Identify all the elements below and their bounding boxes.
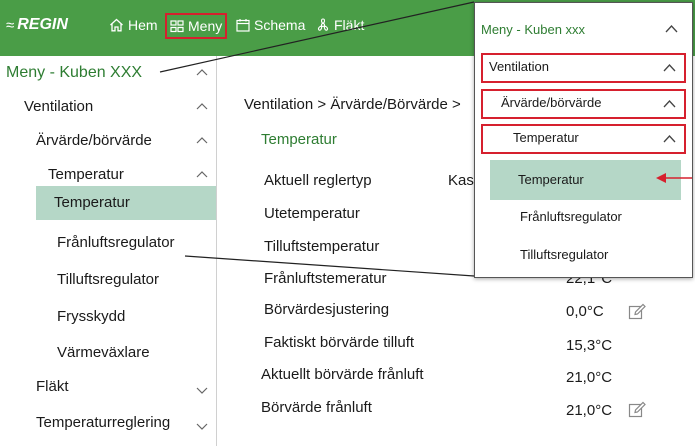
zoom-overlay-panel: Meny - Kuben xxx Ventilation Ärvärde/bör… [474,2,693,278]
chevron-up-icon [196,69,208,76]
chevron-up-icon [196,103,208,110]
chevron-up-icon [196,137,208,144]
param-value: 0,0°C [566,303,604,320]
sidebar-item-varmevaxlare[interactable]: Värmeväxlare [0,336,216,370]
logo: ≈ REGIN [6,16,68,34]
sidebar-item-label: Temperaturreglering [36,414,171,431]
param-label: Börvärde frånluft [261,399,372,416]
calendar-icon [236,19,250,32]
param-value: 21,0°C [566,369,613,386]
sidebar-item-temperatur-selected[interactable]: Temperatur [36,186,216,220]
param-label: Aktuellt börvärde frånluft [261,366,424,383]
chevron-up-icon [196,171,208,178]
param-label: Faktiskt börvärde tilluft [264,334,415,351]
overlay-level-label: Ventilation [489,59,549,74]
nav-fan-label: Fläkt [334,17,365,33]
chevron-down-icon [196,387,208,394]
sidebar-item-arvarde[interactable]: Ärvärde/börvärde [0,124,216,158]
edit-icon[interactable] [628,401,646,419]
sidebar-title-row[interactable]: Meny - Kuben XXX [0,56,216,90]
overlay-selected-item[interactable]: Temperatur [490,160,681,200]
chevron-up-icon [663,64,676,72]
logo-text: REGIN [17,16,68,33]
overlay-header[interactable]: Meny - Kuben xxx [475,3,692,57]
sidebar-item-tilluftsregulator[interactable]: Tilluftsregulator [0,263,216,297]
sidebar-item-label: Frånluftsregulator [57,234,175,251]
nav-menu[interactable]: Meny [165,13,228,39]
overlay-level-label: Temperatur [513,130,579,145]
breadcrumb[interactable]: Ventilation > Ärvärde/Börvärde > [244,96,461,113]
sidebar-item-label: Frysskydd [57,308,126,325]
overlay-selected-label: Temperatur [518,172,584,187]
sidebar-item-label: Tilluftsregulator [57,271,159,288]
sidebar-item-label: Temperatur [48,166,124,183]
param-label: Aktuell reglertyp [264,172,372,189]
overlay-level-arvarde[interactable]: Ärvärde/börvärde [481,89,686,119]
overlay-level-temperatur[interactable]: Temperatur [481,124,686,154]
fan-icon [317,18,329,31]
nav-schedule[interactable]: Schema [236,17,305,33]
chevron-up-icon [663,135,676,143]
sidebar-item-flakt[interactable]: Fläkt [0,370,216,404]
sidebar-item-label: Ventilation [24,98,94,115]
section-title: Temperatur [261,131,337,148]
overlay-item-franluftsregulator[interactable]: Frånluftsregulator [520,209,622,224]
chevron-up-icon [663,100,676,108]
param-value: 15,3°C [566,337,613,354]
menu-grid-icon [170,19,184,32]
edit-icon[interactable] [628,303,646,321]
param-label: Tilluftstemperatur [264,238,380,255]
overlay-level-label: Ärvärde/börvärde [501,95,602,110]
sidebar-item-frysskydd[interactable]: Frysskydd [0,300,216,334]
overlay-level-ventilation[interactable]: Ventilation [481,53,686,83]
nav-home[interactable]: Hem [109,17,158,33]
chevron-down-icon [196,423,208,430]
sidebar-item-label: Fläkt [36,378,69,395]
overlay-item-tilluftsregulator[interactable]: Tilluftsregulator [520,247,608,262]
waves-icon: ≈ [6,16,15,34]
home-icon [110,18,123,32]
nav-home-label: Hem [128,17,158,33]
sidebar-item-ventilation[interactable]: Ventilation [0,90,216,124]
sidebar-title: Meny - Kuben XXX [6,64,143,81]
sidebar-item-label: Ärvärde/börvärde [36,132,152,149]
param-label: Frånluftstemeratur [264,270,387,287]
nav-fan[interactable]: Fläkt [316,17,364,33]
sidebar-item-label: Temperatur [54,194,130,211]
sidebar: Meny - Kuben XXX Ventilation Ärvärde/bör… [0,56,217,446]
sidebar-item-temperaturreglering[interactable]: Temperaturreglering [0,406,216,440]
param-value: Kas [448,172,474,189]
nav-menu-label: Meny [188,18,223,34]
chevron-up-icon [665,25,678,33]
param-value: 21,0°C [566,402,613,419]
param-label: Börvärdesjustering [264,301,390,318]
sidebar-item-franluftsregulator[interactable]: Frånluftsregulator [0,226,216,260]
nav-schedule-label: Schema [254,17,306,33]
overlay-title: Meny - Kuben xxx [481,22,586,37]
sidebar-item-label: Värmeväxlare [57,344,150,361]
param-label: Utetemperatur [264,205,360,222]
